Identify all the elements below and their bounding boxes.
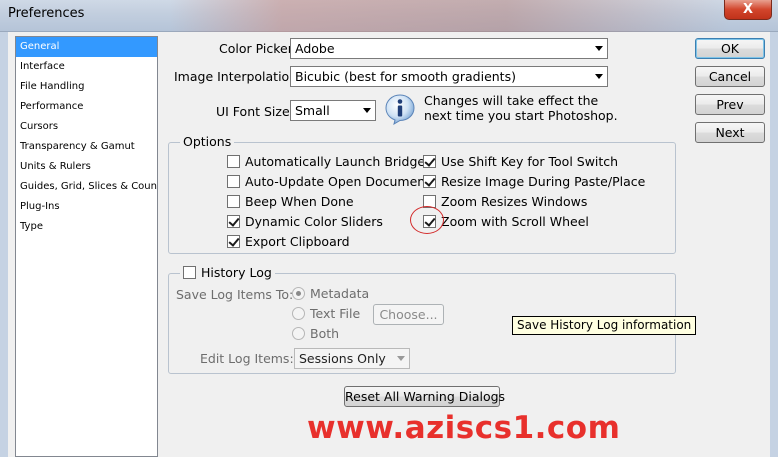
sidebar-item-interface[interactable]: Interface — [16, 57, 157, 77]
title-bar-background — [170, 0, 730, 32]
next-button[interactable]: Next — [695, 122, 765, 143]
history-log-tooltip: Save History Log information — [512, 316, 697, 335]
checkbox-label: Use Shift Key for Tool Switch — [441, 154, 619, 169]
radio-metadata[interactable]: Metadata — [292, 286, 369, 301]
save-log-items-label: Save Log Items To: — [176, 287, 294, 302]
radio-dot — [292, 307, 305, 320]
radio-dot — [292, 327, 305, 340]
category-list[interactable]: General Interface File Handling Performa… — [15, 36, 158, 457]
chevron-down-icon — [397, 356, 405, 361]
checkbox-box — [227, 175, 240, 188]
sidebar-item-file-handling[interactable]: File Handling — [16, 77, 157, 97]
watermark-text: www.aziscs1.com — [307, 410, 621, 446]
sidebar-item-type[interactable]: Type — [16, 217, 157, 237]
cancel-button[interactable]: Cancel — [695, 66, 765, 87]
interpolation-value: Bicubic (best for smooth gradients) — [295, 69, 516, 84]
export-clipboard-checkbox[interactable]: Export Clipboard — [227, 234, 350, 249]
info-icon — [385, 94, 415, 125]
close-button[interactable]: X — [724, 0, 772, 20]
interpolation-label: Image Interpolation: — [174, 69, 302, 84]
choose-button[interactable]: Choose... — [373, 304, 444, 325]
sidebar-item-cursors[interactable]: Cursors — [16, 117, 157, 137]
color-picker-value: Adobe — [295, 41, 335, 56]
color-picker-label: Color Picker: — [219, 41, 297, 56]
auto-launch-bridge-checkbox[interactable]: Automatically Launch Bridge — [227, 154, 425, 169]
title-bar: Preferences X — [0, 0, 778, 32]
checkbox-label: Dynamic Color Sliders — [245, 214, 383, 229]
restart-notice: Changes will take effect the next time y… — [424, 93, 618, 123]
radio-label: Text File — [310, 306, 361, 321]
prev-button[interactable]: Prev — [695, 94, 765, 115]
auto-update-documents-checkbox[interactable]: Auto-Update Open Documents — [227, 174, 437, 189]
checkbox-label: Zoom Resizes Windows — [441, 194, 588, 209]
checkbox-label: Auto-Update Open Documents — [245, 174, 437, 189]
ok-button[interactable]: OK — [695, 38, 765, 59]
checkbox-box — [423, 175, 436, 188]
checkbox-box — [183, 266, 196, 279]
checkbox-box — [423, 155, 436, 168]
history-log-title: History Log — [201, 265, 272, 280]
resize-during-paste-checkbox[interactable]: Resize Image During Paste/Place — [423, 174, 645, 189]
edit-log-items-value: Sessions Only — [299, 351, 386, 366]
close-icon: X — [742, 2, 754, 17]
history-log-checkbox[interactable]: History Log — [180, 265, 275, 280]
checkbox-label: Export Clipboard — [245, 234, 350, 249]
color-picker-select[interactable]: Adobe — [290, 38, 608, 59]
checkbox-box — [227, 215, 240, 228]
window-title: Preferences — [8, 6, 85, 21]
sidebar-item-performance[interactable]: Performance — [16, 97, 157, 117]
interpolation-select[interactable]: Bicubic (best for smooth gradients) — [290, 66, 608, 87]
radio-label: Metadata — [310, 286, 370, 301]
ui-font-size-select[interactable]: Small — [290, 100, 376, 121]
reset-warning-dialogs-button[interactable]: Reset All Warning Dialogs — [344, 386, 505, 407]
chevron-down-icon — [595, 46, 603, 51]
sidebar-item-transparency-gamut[interactable]: Transparency & Gamut — [16, 137, 157, 157]
sidebar-item-general[interactable]: General — [16, 37, 157, 57]
checkbox-label: Zoom with Scroll Wheel — [441, 214, 589, 229]
radio-both[interactable]: Both — [292, 326, 339, 341]
edit-log-items-label: Edit Log Items: — [200, 351, 294, 366]
ui-font-size-label: UI Font Size: — [216, 104, 294, 119]
chevron-down-icon — [595, 74, 603, 79]
checkbox-label: Automatically Launch Bridge — [245, 154, 426, 169]
sidebar-item-units-rulers[interactable]: Units & Rulers — [16, 157, 157, 177]
checkbox-box — [227, 195, 240, 208]
radio-text-file[interactable]: Text File — [292, 306, 360, 321]
radio-label: Both — [310, 326, 340, 341]
annotation-circle — [410, 206, 444, 234]
beep-when-done-checkbox[interactable]: Beep When Done — [227, 194, 354, 209]
chevron-down-icon — [363, 108, 371, 113]
zoom-resizes-windows-checkbox[interactable]: Zoom Resizes Windows — [423, 194, 587, 209]
radio-dot — [292, 287, 305, 300]
checkbox-box — [227, 155, 240, 168]
shift-key-tool-switch-checkbox[interactable]: Use Shift Key for Tool Switch — [423, 154, 618, 169]
checkbox-box — [227, 235, 240, 248]
dynamic-color-sliders-checkbox[interactable]: Dynamic Color Sliders — [227, 214, 383, 229]
checkbox-label: Beep When Done — [245, 194, 354, 209]
edit-log-items-select[interactable]: Sessions Only — [294, 348, 410, 369]
sidebar-item-guides-grid[interactable]: Guides, Grid, Slices & Count — [16, 177, 157, 197]
ui-font-size-value: Small — [295, 103, 330, 118]
checkbox-label: Resize Image During Paste/Place — [441, 174, 646, 189]
zoom-scroll-wheel-checkbox[interactable]: Zoom with Scroll Wheel — [423, 214, 589, 229]
options-group-title: Options — [180, 135, 235, 149]
sidebar-item-plug-ins[interactable]: Plug-Ins — [16, 197, 157, 217]
